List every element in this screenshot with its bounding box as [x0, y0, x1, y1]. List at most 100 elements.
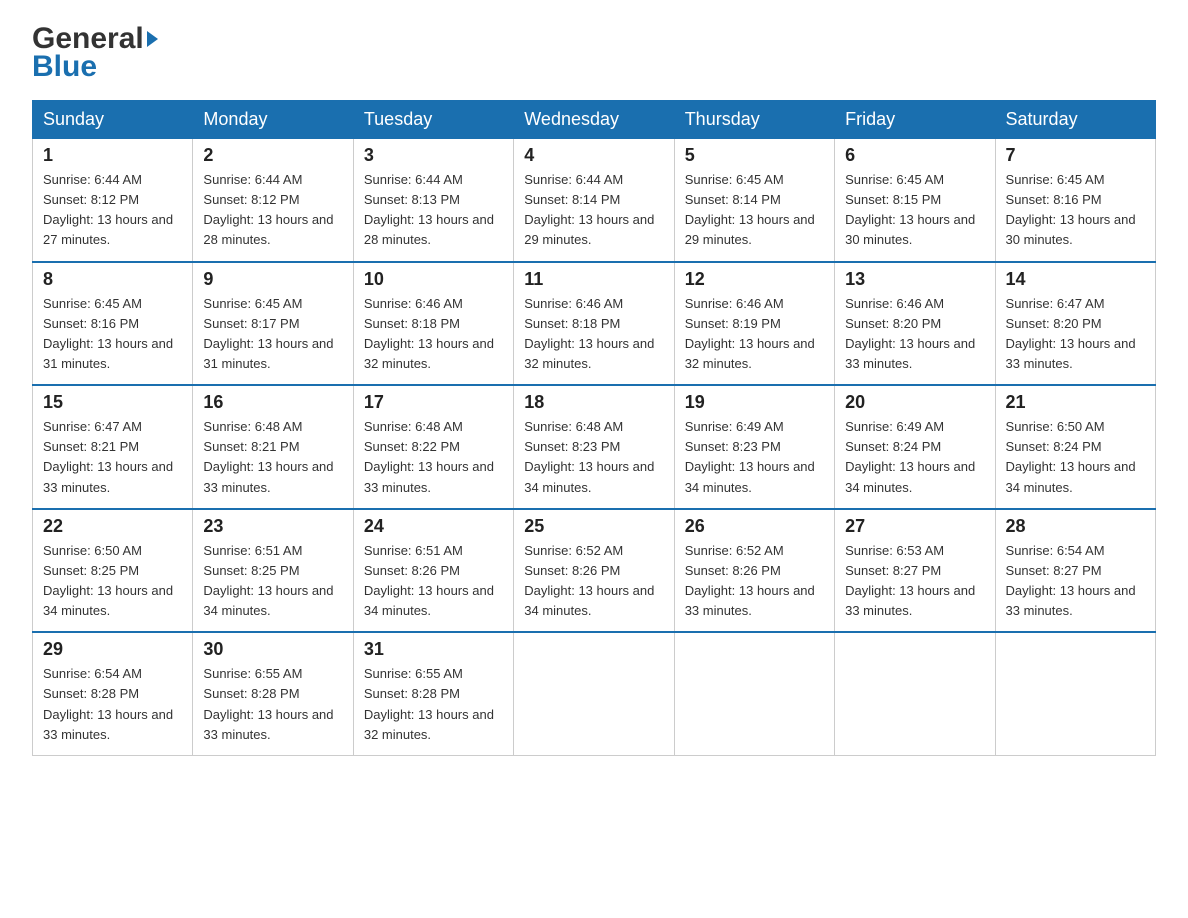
- calendar-header-sunday: Sunday: [33, 101, 193, 139]
- day-number: 29: [43, 639, 182, 660]
- day-number: 4: [524, 145, 663, 166]
- day-number: 2: [203, 145, 342, 166]
- calendar-cell: 5 Sunrise: 6:45 AMSunset: 8:14 PMDayligh…: [674, 139, 834, 262]
- day-info: Sunrise: 6:44 AMSunset: 8:14 PMDaylight:…: [524, 172, 654, 247]
- calendar-cell: 26 Sunrise: 6:52 AMSunset: 8:26 PMDaylig…: [674, 509, 834, 633]
- day-info: Sunrise: 6:45 AMSunset: 8:15 PMDaylight:…: [845, 172, 975, 247]
- calendar-cell: 31 Sunrise: 6:55 AMSunset: 8:28 PMDaylig…: [353, 632, 513, 755]
- calendar-cell: 21 Sunrise: 6:50 AMSunset: 8:24 PMDaylig…: [995, 385, 1155, 509]
- calendar-cell: [835, 632, 995, 755]
- day-info: Sunrise: 6:52 AMSunset: 8:26 PMDaylight:…: [685, 543, 815, 618]
- day-number: 16: [203, 392, 342, 413]
- calendar-cell: 9 Sunrise: 6:45 AMSunset: 8:17 PMDayligh…: [193, 262, 353, 386]
- calendar-cell: 30 Sunrise: 6:55 AMSunset: 8:28 PMDaylig…: [193, 632, 353, 755]
- calendar-header-tuesday: Tuesday: [353, 101, 513, 139]
- day-info: Sunrise: 6:55 AMSunset: 8:28 PMDaylight:…: [364, 666, 494, 741]
- day-info: Sunrise: 6:45 AMSunset: 8:14 PMDaylight:…: [685, 172, 815, 247]
- day-info: Sunrise: 6:49 AMSunset: 8:24 PMDaylight:…: [845, 419, 975, 494]
- day-info: Sunrise: 6:50 AMSunset: 8:25 PMDaylight:…: [43, 543, 173, 618]
- day-number: 13: [845, 269, 984, 290]
- calendar-cell: [674, 632, 834, 755]
- calendar-cell: 28 Sunrise: 6:54 AMSunset: 8:27 PMDaylig…: [995, 509, 1155, 633]
- day-number: 20: [845, 392, 984, 413]
- calendar-cell: 25 Sunrise: 6:52 AMSunset: 8:26 PMDaylig…: [514, 509, 674, 633]
- day-number: 15: [43, 392, 182, 413]
- day-number: 7: [1006, 145, 1145, 166]
- day-number: 27: [845, 516, 984, 537]
- calendar-cell: 18 Sunrise: 6:48 AMSunset: 8:23 PMDaylig…: [514, 385, 674, 509]
- calendar-cell: 23 Sunrise: 6:51 AMSunset: 8:25 PMDaylig…: [193, 509, 353, 633]
- calendar-cell: 3 Sunrise: 6:44 AMSunset: 8:13 PMDayligh…: [353, 139, 513, 262]
- day-number: 18: [524, 392, 663, 413]
- calendar-cell: 22 Sunrise: 6:50 AMSunset: 8:25 PMDaylig…: [33, 509, 193, 633]
- calendar-header-thursday: Thursday: [674, 101, 834, 139]
- calendar-cell: 1 Sunrise: 6:44 AMSunset: 8:12 PMDayligh…: [33, 139, 193, 262]
- day-info: Sunrise: 6:50 AMSunset: 8:24 PMDaylight:…: [1006, 419, 1136, 494]
- calendar-cell: 19 Sunrise: 6:49 AMSunset: 8:23 PMDaylig…: [674, 385, 834, 509]
- calendar-cell: 20 Sunrise: 6:49 AMSunset: 8:24 PMDaylig…: [835, 385, 995, 509]
- day-number: 11: [524, 269, 663, 290]
- calendar-table: SundayMondayTuesdayWednesdayThursdayFrid…: [32, 100, 1156, 756]
- calendar-cell: 27 Sunrise: 6:53 AMSunset: 8:27 PMDaylig…: [835, 509, 995, 633]
- day-info: Sunrise: 6:54 AMSunset: 8:27 PMDaylight:…: [1006, 543, 1136, 618]
- day-number: 3: [364, 145, 503, 166]
- calendar-week-row: 8 Sunrise: 6:45 AMSunset: 8:16 PMDayligh…: [33, 262, 1156, 386]
- day-info: Sunrise: 6:51 AMSunset: 8:25 PMDaylight:…: [203, 543, 333, 618]
- calendar-cell: 6 Sunrise: 6:45 AMSunset: 8:15 PMDayligh…: [835, 139, 995, 262]
- calendar-cell: 12 Sunrise: 6:46 AMSunset: 8:19 PMDaylig…: [674, 262, 834, 386]
- day-number: 21: [1006, 392, 1145, 413]
- calendar-week-row: 29 Sunrise: 6:54 AMSunset: 8:28 PMDaylig…: [33, 632, 1156, 755]
- calendar-week-row: 15 Sunrise: 6:47 AMSunset: 8:21 PMDaylig…: [33, 385, 1156, 509]
- day-info: Sunrise: 6:48 AMSunset: 8:23 PMDaylight:…: [524, 419, 654, 494]
- calendar-cell: [514, 632, 674, 755]
- calendar-cell: 29 Sunrise: 6:54 AMSunset: 8:28 PMDaylig…: [33, 632, 193, 755]
- day-number: 24: [364, 516, 503, 537]
- logo: General Blue: [32, 24, 158, 84]
- day-info: Sunrise: 6:45 AMSunset: 8:17 PMDaylight:…: [203, 296, 333, 371]
- day-number: 5: [685, 145, 824, 166]
- day-number: 26: [685, 516, 824, 537]
- logo-blue: Blue: [32, 50, 97, 84]
- day-info: Sunrise: 6:55 AMSunset: 8:28 PMDaylight:…: [203, 666, 333, 741]
- day-number: 9: [203, 269, 342, 290]
- day-number: 14: [1006, 269, 1145, 290]
- calendar-cell: 4 Sunrise: 6:44 AMSunset: 8:14 PMDayligh…: [514, 139, 674, 262]
- calendar-header-monday: Monday: [193, 101, 353, 139]
- day-number: 31: [364, 639, 503, 660]
- calendar-cell: 16 Sunrise: 6:48 AMSunset: 8:21 PMDaylig…: [193, 385, 353, 509]
- calendar-header-row: SundayMondayTuesdayWednesdayThursdayFrid…: [33, 101, 1156, 139]
- day-info: Sunrise: 6:49 AMSunset: 8:23 PMDaylight:…: [685, 419, 815, 494]
- calendar-header-wednesday: Wednesday: [514, 101, 674, 139]
- day-number: 22: [43, 516, 182, 537]
- day-info: Sunrise: 6:44 AMSunset: 8:12 PMDaylight:…: [203, 172, 333, 247]
- day-number: 12: [685, 269, 824, 290]
- day-info: Sunrise: 6:46 AMSunset: 8:19 PMDaylight:…: [685, 296, 815, 371]
- calendar-cell: 17 Sunrise: 6:48 AMSunset: 8:22 PMDaylig…: [353, 385, 513, 509]
- day-number: 8: [43, 269, 182, 290]
- calendar-cell: [995, 632, 1155, 755]
- day-info: Sunrise: 6:51 AMSunset: 8:26 PMDaylight:…: [364, 543, 494, 618]
- calendar-cell: 13 Sunrise: 6:46 AMSunset: 8:20 PMDaylig…: [835, 262, 995, 386]
- day-info: Sunrise: 6:44 AMSunset: 8:12 PMDaylight:…: [43, 172, 173, 247]
- day-info: Sunrise: 6:45 AMSunset: 8:16 PMDaylight:…: [1006, 172, 1136, 247]
- calendar-week-row: 22 Sunrise: 6:50 AMSunset: 8:25 PMDaylig…: [33, 509, 1156, 633]
- day-number: 30: [203, 639, 342, 660]
- day-info: Sunrise: 6:52 AMSunset: 8:26 PMDaylight:…: [524, 543, 654, 618]
- day-info: Sunrise: 6:45 AMSunset: 8:16 PMDaylight:…: [43, 296, 173, 371]
- calendar-header-friday: Friday: [835, 101, 995, 139]
- day-number: 6: [845, 145, 984, 166]
- calendar-cell: 2 Sunrise: 6:44 AMSunset: 8:12 PMDayligh…: [193, 139, 353, 262]
- day-info: Sunrise: 6:46 AMSunset: 8:18 PMDaylight:…: [364, 296, 494, 371]
- day-info: Sunrise: 6:48 AMSunset: 8:22 PMDaylight:…: [364, 419, 494, 494]
- page-header: General Blue: [32, 24, 1156, 84]
- day-number: 28: [1006, 516, 1145, 537]
- day-info: Sunrise: 6:47 AMSunset: 8:21 PMDaylight:…: [43, 419, 173, 494]
- calendar-cell: 8 Sunrise: 6:45 AMSunset: 8:16 PMDayligh…: [33, 262, 193, 386]
- day-info: Sunrise: 6:46 AMSunset: 8:18 PMDaylight:…: [524, 296, 654, 371]
- calendar-cell: 15 Sunrise: 6:47 AMSunset: 8:21 PMDaylig…: [33, 385, 193, 509]
- day-info: Sunrise: 6:54 AMSunset: 8:28 PMDaylight:…: [43, 666, 173, 741]
- calendar-week-row: 1 Sunrise: 6:44 AMSunset: 8:12 PMDayligh…: [33, 139, 1156, 262]
- day-number: 25: [524, 516, 663, 537]
- day-number: 17: [364, 392, 503, 413]
- day-info: Sunrise: 6:48 AMSunset: 8:21 PMDaylight:…: [203, 419, 333, 494]
